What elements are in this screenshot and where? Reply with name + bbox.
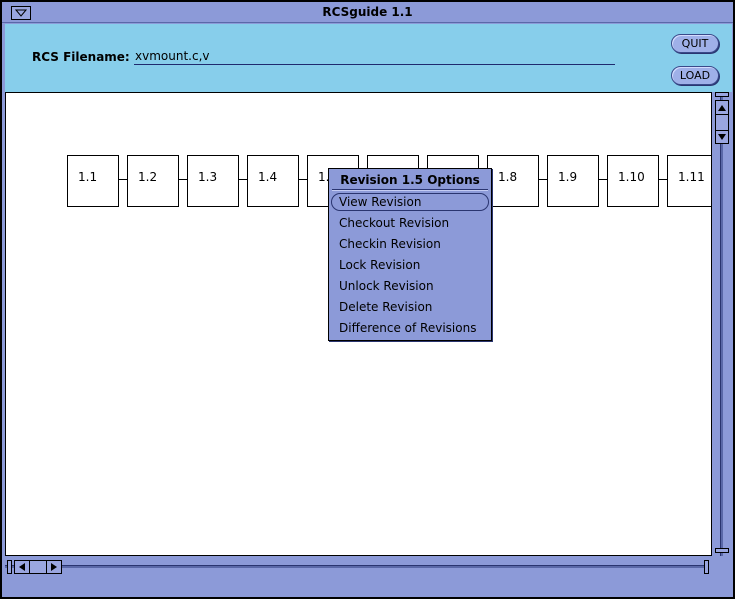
rcsguide-window: RCSguide 1.1 RCS Filename: QUIT LOAD 1.1…	[1, 1, 734, 598]
revision-connector	[599, 179, 607, 180]
vertical-scroll-bottom-cap[interactable]	[715, 548, 729, 553]
menu-item-checkout-revision[interactable]: Checkout Revision	[339, 216, 449, 230]
arrow-right-icon	[51, 563, 57, 571]
menu-item-delete-revision[interactable]: Delete Revision	[339, 300, 432, 314]
filename-label: RCS Filename:	[32, 50, 130, 64]
menu-item-view-revision[interactable]: View Revision	[339, 195, 421, 209]
menu-item-checkin-revision[interactable]: Checkin Revision	[339, 237, 441, 251]
revision-connector	[299, 179, 307, 180]
scroll-down-button[interactable]	[716, 130, 728, 143]
horizontal-scroll-right-cap[interactable]	[704, 560, 709, 574]
menu-item-difference-of-revisions[interactable]: Difference of Revisions	[339, 321, 476, 335]
revision-connector	[539, 179, 547, 180]
horizontal-scroll-elevator[interactable]	[14, 560, 62, 574]
scroll-right-button[interactable]	[46, 561, 61, 573]
revision-connector	[659, 179, 667, 180]
horizontal-scroll-left-cap[interactable]	[7, 560, 12, 574]
revision-node-1-8[interactable]: 1.8	[487, 155, 539, 207]
vertical-scrollbar[interactable]	[712, 92, 732, 559]
revision-node-1-9[interactable]: 1.9	[547, 155, 599, 207]
vertical-scroll-track[interactable]	[720, 92, 723, 556]
scroll-left-button[interactable]	[15, 561, 30, 573]
vertical-scroll-elevator[interactable]	[715, 100, 729, 144]
title-bar[interactable]: RCSguide 1.1	[2, 2, 733, 23]
revision-node-1-4[interactable]: 1.4	[247, 155, 299, 207]
quit-button[interactable]: QUIT	[671, 34, 719, 53]
vertical-scroll-top-cap[interactable]	[715, 92, 729, 97]
load-button[interactable]: LOAD	[671, 66, 719, 85]
menu-title: Revision 1.5 Options	[340, 173, 480, 187]
horizontal-scroll-track[interactable]	[5, 565, 705, 568]
menu-item-unlock-revision[interactable]: Unlock Revision	[339, 279, 434, 293]
scroll-up-button[interactable]	[716, 102, 728, 115]
revision-node-1-2[interactable]: 1.2	[127, 155, 179, 207]
control-panel: RCS Filename: QUIT LOAD	[5, 24, 732, 92]
revision-connector	[119, 179, 127, 180]
filename-input[interactable]	[134, 48, 615, 65]
menu-title-separator	[332, 189, 488, 191]
arrow-up-icon	[718, 105, 726, 111]
menu-item-lock-revision[interactable]: Lock Revision	[339, 258, 420, 272]
arrow-left-icon	[19, 563, 25, 571]
revision-node-1-10[interactable]: 1.10	[607, 155, 659, 207]
horizontal-scrollbar[interactable]	[5, 557, 712, 577]
revision-node-1-11[interactable]: 1.11	[667, 155, 711, 207]
revision-connector	[239, 179, 247, 180]
revision-connector	[179, 179, 187, 180]
arrow-down-icon	[718, 134, 726, 140]
revision-options-menu: Revision 1.5 Options View Revision Checko…	[328, 168, 492, 341]
revision-node-1-3[interactable]: 1.3	[187, 155, 239, 207]
window-title: RCSguide 1.1	[322, 5, 413, 19]
revision-node-1-1[interactable]: 1.1	[67, 155, 119, 207]
